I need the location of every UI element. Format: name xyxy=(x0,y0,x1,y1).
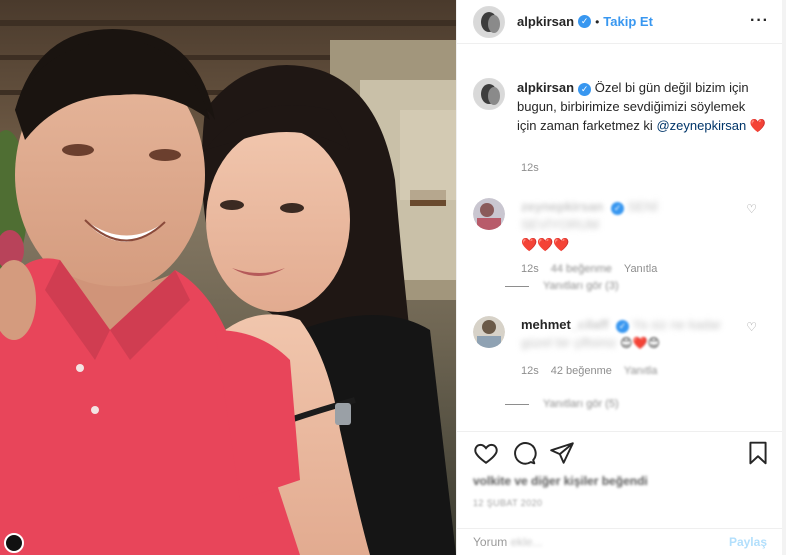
photo-illustration xyxy=(0,0,456,555)
follow-button[interactable]: Takip Et xyxy=(603,14,653,29)
comment-time[interactable]: 12s xyxy=(521,362,539,380)
page-edge xyxy=(782,0,786,555)
author-avatar[interactable] xyxy=(473,5,505,38)
comment-likes[interactable]: 42 beğenme xyxy=(551,362,612,380)
post-caption: alpkirsan ✓ Özel bi gün değil bizim için … xyxy=(473,78,773,135)
view-replies-button[interactable]: Yanıtları gör (5) xyxy=(505,398,619,410)
comment-input-placeholder-blurred: ekle... xyxy=(510,535,543,549)
heart-emoji: ❤️ xyxy=(749,118,767,133)
comment-meta: 12s 44 beğenme Yanıtla xyxy=(521,260,731,278)
tagged-users-icon[interactable] xyxy=(4,533,24,553)
author-username[interactable]: alpkirsan xyxy=(517,14,574,29)
verified-badge-icon: ✓ xyxy=(578,15,592,28)
comment-like-heart-icon[interactable]: ♡ xyxy=(746,320,757,334)
comment-time[interactable]: 12s xyxy=(521,260,539,278)
view-replies-button[interactable]: Yanıtları gör (3) xyxy=(505,280,619,292)
add-comment-bar: Yorum ekle... Paylaş xyxy=(457,528,783,555)
commenter-avatar[interactable] xyxy=(473,198,505,230)
view-replies-label[interactable]: Yanıtları gör (5) xyxy=(543,398,619,410)
caption-text-block: alpkirsan ✓ Özel bi gün değil bizim için … xyxy=(517,78,767,135)
comment-username[interactable]: mehmet_cilaff xyxy=(521,317,608,332)
separator-dot: • xyxy=(595,14,600,29)
caption-avatar[interactable] xyxy=(473,78,505,110)
comment-bubble-icon[interactable] xyxy=(511,440,537,466)
comment-body: zeynepkirsan ✓ SENİ SEVİYORUM ❤️❤️❤️ 12s… xyxy=(521,198,731,278)
comment-input[interactable]: Yorum ekle... xyxy=(473,535,729,549)
likes-summary[interactable]: volkite ve diğer kişiler beğendi xyxy=(473,474,648,488)
view-replies-label[interactable]: Yanıtları gör (3) xyxy=(543,280,619,292)
more-horizontal-icon[interactable]: ··· xyxy=(750,12,769,30)
comment-meta: 12s 42 beğenme Yanıtla xyxy=(521,362,731,380)
comment-emoji: 😊❤️😊 xyxy=(620,336,660,350)
comment-body: mehmet_cilaff ✓ Ya siz ne kadar güzel bi… xyxy=(521,316,731,380)
post-photo[interactable] xyxy=(0,0,456,555)
reply-button[interactable]: Yanıtla xyxy=(624,260,657,278)
post-date[interactable]: 12 ŞUBAT 2020 xyxy=(473,498,542,508)
caption-username[interactable]: alpkirsan xyxy=(517,80,574,95)
comment-like-heart-icon[interactable]: ♡ xyxy=(746,202,757,216)
post-header: alpkirsan ✓ • Takip Et ··· xyxy=(457,0,783,44)
comment-input-placeholder: Yorum xyxy=(473,535,508,549)
commenter-avatar[interactable] xyxy=(473,316,505,348)
caption-timestamp[interactable]: 12s xyxy=(521,162,539,174)
comment-likes[interactable]: 44 beğenme xyxy=(551,260,612,278)
comment-emoji: ❤️❤️❤️ xyxy=(521,237,570,252)
caption-mention-link[interactable]: @zeynepkirsan xyxy=(656,118,746,133)
replies-divider xyxy=(505,403,529,405)
reply-button[interactable]: Yanıtla xyxy=(624,362,657,380)
bookmark-save-icon[interactable] xyxy=(745,440,771,466)
comment-username[interactable]: zeynepkirsan xyxy=(521,199,603,214)
post-comment-button[interactable]: Paylaş xyxy=(729,535,767,549)
verified-badge-icon: ✓ xyxy=(616,320,630,333)
action-bar xyxy=(457,431,783,471)
share-send-icon[interactable] xyxy=(549,440,575,466)
verified-badge-icon: ✓ xyxy=(578,83,592,96)
replies-divider xyxy=(505,285,529,287)
post-sidebar: alpkirsan ✓ • Takip Et ··· alpkirsan ✓ Öz… xyxy=(456,0,783,555)
like-heart-icon[interactable] xyxy=(473,440,499,466)
verified-badge-icon: ✓ xyxy=(611,202,624,215)
